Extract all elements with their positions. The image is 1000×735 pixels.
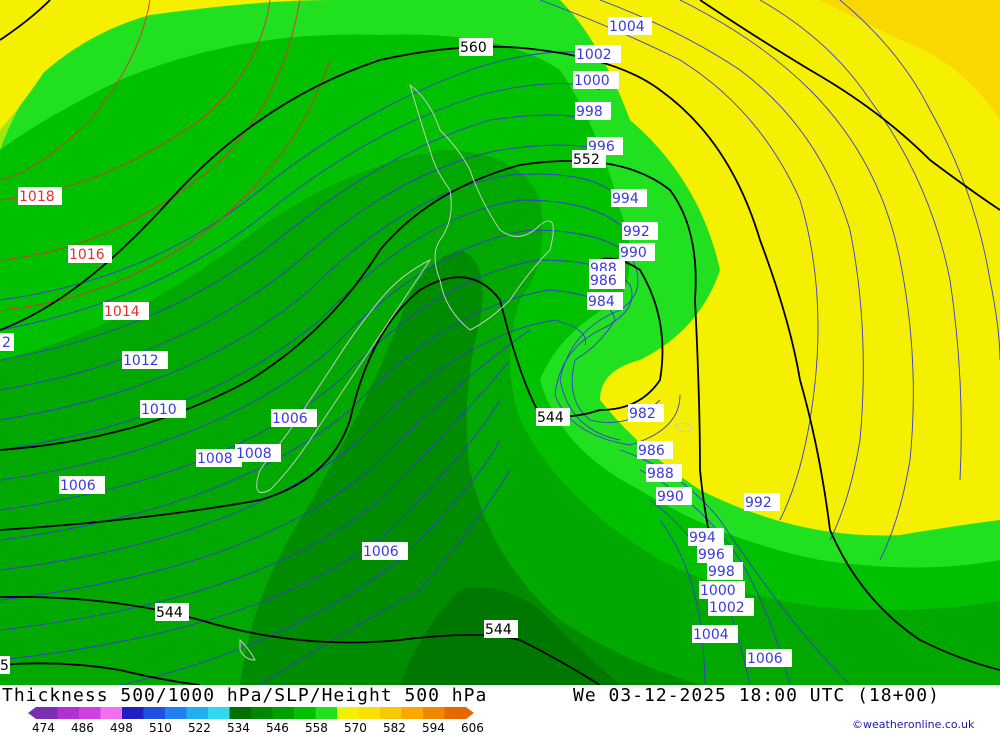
isobar-label: 1014 [104,304,140,320]
scale-swatch [401,707,424,719]
map-title: Thickness 500/1000 hPa/SLP/Height 500 hP… [2,685,488,706]
scale-swatch [272,707,295,719]
scale-swatch [100,707,123,719]
height-label: 552 [573,152,600,168]
isobar-label: 994 [689,530,716,546]
isobar-label: 986 [590,273,617,289]
scale-swatch [186,707,209,719]
scale-swatch [444,707,467,719]
scale-swatch [165,707,187,719]
isobar-label: 1006 [60,478,96,494]
height-label: 5 [0,658,9,674]
height-label: 544 [537,410,564,426]
isobar-label: 1006 [363,544,399,560]
isobar-label: 1018 [19,189,55,205]
isobar-label: 1002 [709,600,745,616]
isobar-label: 986 [638,443,665,459]
scale-swatch [380,707,402,719]
thickness-color-scale [28,707,474,719]
credit-link[interactable]: ©weatheronline.co.uk [852,718,974,731]
legend-footer: Thickness 500/1000 hPa/SLP/Height 500 hP… [0,685,1000,735]
height-label: 544 [156,605,183,621]
scale-swatch [57,707,80,719]
scale-arrow-left [28,707,36,719]
weather-map: 1018 1016 1014 1004 1002 1000 998 996 99… [0,0,1000,685]
scale-swatch [229,707,252,719]
map-datetime: We 03-12-2025 18:00 UTC (18+00) [573,685,940,706]
isobar-label: 992 [745,495,772,511]
isobar-label: 1012 [123,353,159,369]
isobar-label: 1004 [693,627,729,643]
isobar-label: 1016 [69,247,105,263]
scale-swatch [294,707,316,719]
isobar-label: 990 [657,489,684,505]
isobar-label: 990 [620,245,647,261]
isobar-label: 984 [588,294,615,310]
isobar-label: 988 [647,466,674,482]
height-label: 560 [460,40,487,56]
isobar-label: 1000 [574,73,610,89]
scale-swatch [143,707,166,719]
isobar-label: 1010 [141,402,177,418]
scale-swatch [208,707,230,719]
isobar-label: 994 [612,191,639,207]
isobar-label: 1008 [197,451,233,467]
isobar-label: 982 [629,406,656,422]
scale-swatch [358,707,381,719]
isobar-label: 1002 [576,47,612,63]
scale-arrow-right [466,707,474,719]
scale-swatch [315,707,338,719]
isobar-label: 1000 [700,583,736,599]
scale-swatch [251,707,273,719]
isobar-label: 1008 [236,446,272,462]
isobar-label: 1004 [609,19,645,35]
isobar-label: 992 [623,224,650,240]
isobar-label: 1006 [272,411,308,427]
scale-swatch [337,707,359,719]
isobar-label: 1006 [747,651,783,667]
height-label: 544 [485,622,512,638]
scale-swatch [79,707,101,719]
isobar-label: 996 [698,547,725,563]
scale-swatch [36,707,58,719]
scale-swatch [423,707,445,719]
scale-swatch [122,707,144,719]
isobar-label: 2 [2,335,11,351]
isobar-label: 998 [576,104,603,120]
isobar-label: 998 [708,564,735,580]
